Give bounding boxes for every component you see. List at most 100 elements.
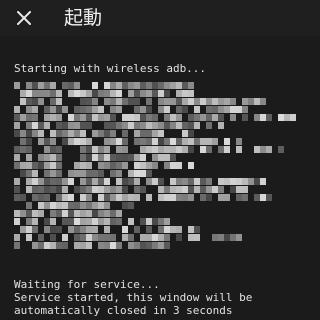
redacted-pixel	[158, 242, 164, 249]
redacted-pixel	[32, 114, 38, 121]
redacted-pixel	[80, 162, 86, 169]
redacted-pixel	[56, 186, 62, 193]
redacted-pixel	[266, 194, 272, 201]
redacted-pixel	[122, 186, 128, 193]
redacted-pixel	[86, 194, 92, 201]
redacted-pixel	[74, 90, 80, 97]
redacted-pixel	[110, 194, 116, 201]
redacted-pixel	[140, 130, 146, 137]
redacted-pixel	[140, 146, 146, 153]
redacted-pixel	[242, 194, 248, 201]
redacted-pixel	[20, 114, 26, 121]
redacted-pixel	[74, 138, 80, 145]
redacted-pixel	[158, 98, 164, 105]
redacted-pixel	[116, 138, 122, 145]
redacted-pixel	[188, 226, 194, 233]
redacted-pixel	[98, 194, 104, 201]
redacted-pixel	[68, 226, 74, 233]
redacted-pixel	[284, 114, 290, 121]
redacted-pixel	[110, 170, 116, 177]
redacted-pixel	[98, 154, 104, 161]
redacted-pixel	[62, 194, 68, 201]
redacted-pixel	[56, 194, 62, 201]
redacted-pixel	[110, 122, 116, 129]
redacted-pixel	[254, 98, 260, 105]
redacted-pixel	[116, 210, 122, 217]
redacted-pixel	[86, 186, 92, 193]
redacted-pixel	[182, 90, 188, 97]
redacted-pixel	[38, 82, 44, 89]
redacted-pixel	[26, 170, 32, 177]
redacted-pixel	[242, 178, 248, 185]
redacted-pixel	[80, 218, 86, 225]
redacted-pixel	[20, 194, 26, 201]
redacted-pixel	[170, 146, 176, 153]
redacted-pixel	[80, 106, 86, 113]
redacted-pixel	[68, 210, 74, 217]
redacted-pixel	[254, 178, 260, 185]
redacted-pixel	[74, 82, 80, 89]
redacted-pixel	[260, 178, 266, 185]
redacted-pixel	[146, 170, 152, 177]
redacted-pixel	[62, 82, 68, 89]
redacted-pixel	[146, 194, 152, 201]
redacted-pixel	[176, 194, 182, 201]
redacted-pixel	[140, 154, 146, 161]
redacted-pixel	[176, 122, 182, 129]
redacted-pixel	[20, 90, 26, 97]
redacted-pixel	[104, 234, 110, 241]
redacted-pixel	[86, 138, 92, 145]
redacted-pixel	[122, 146, 128, 153]
redacted-pixel	[20, 162, 26, 169]
redacted-pixel	[224, 98, 230, 105]
redacted-pixel	[110, 154, 116, 161]
redacted-pixel	[230, 234, 236, 241]
redacted-pixel	[50, 82, 56, 89]
redacted-pixel	[134, 162, 140, 169]
redacted-pixel	[206, 146, 212, 153]
redacted-pixel	[104, 138, 110, 145]
redacted-pixel	[98, 202, 104, 209]
redacted-pixel	[14, 122, 20, 129]
redacted-pixel	[206, 114, 212, 121]
redacted-pixel	[116, 122, 122, 129]
redacted-pixel	[92, 234, 98, 241]
redacted-pixel	[164, 234, 170, 241]
redacted-pixel	[122, 138, 128, 145]
redacted-pixel	[20, 210, 26, 217]
console-line-waiting: Waiting for service...	[14, 278, 160, 291]
redacted-pixel	[26, 146, 32, 153]
redacted-pixel	[122, 234, 128, 241]
redacted-pixel	[212, 98, 218, 105]
redacted-pixel	[188, 130, 194, 137]
redacted-pixel	[236, 194, 242, 201]
redacted-pixel	[134, 194, 140, 201]
redacted-pixel	[122, 130, 128, 137]
redacted-pixel	[14, 178, 20, 185]
redacted-pixel	[134, 82, 140, 89]
redacted-pixel	[224, 146, 230, 153]
redacted-pixel	[20, 98, 26, 105]
close-button[interactable]	[12, 6, 36, 30]
redacted-pixel	[32, 162, 38, 169]
redacted-pixel	[14, 154, 20, 161]
redacted-pixel	[134, 122, 140, 129]
redacted-pixel	[26, 162, 32, 169]
redacted-pixel	[32, 226, 38, 233]
redacted-pixel	[224, 138, 230, 145]
redacted-pixel	[122, 226, 128, 233]
redacted-pixel	[104, 130, 110, 137]
redacted-pixel	[236, 178, 242, 185]
redacted-pixel	[104, 82, 110, 89]
redacted-pixel	[188, 234, 194, 241]
redacted-pixel	[128, 154, 134, 161]
redacted-pixel	[74, 186, 80, 193]
redacted-pixel	[110, 98, 116, 105]
redacted-pixel	[116, 242, 122, 249]
redacted-pixel	[122, 122, 128, 129]
redacted-pixel	[62, 138, 68, 145]
redacted-pixel	[86, 146, 92, 153]
redacted-pixel	[140, 242, 146, 249]
redacted-log-block	[0, 36, 320, 276]
redacted-pixel	[128, 98, 134, 105]
